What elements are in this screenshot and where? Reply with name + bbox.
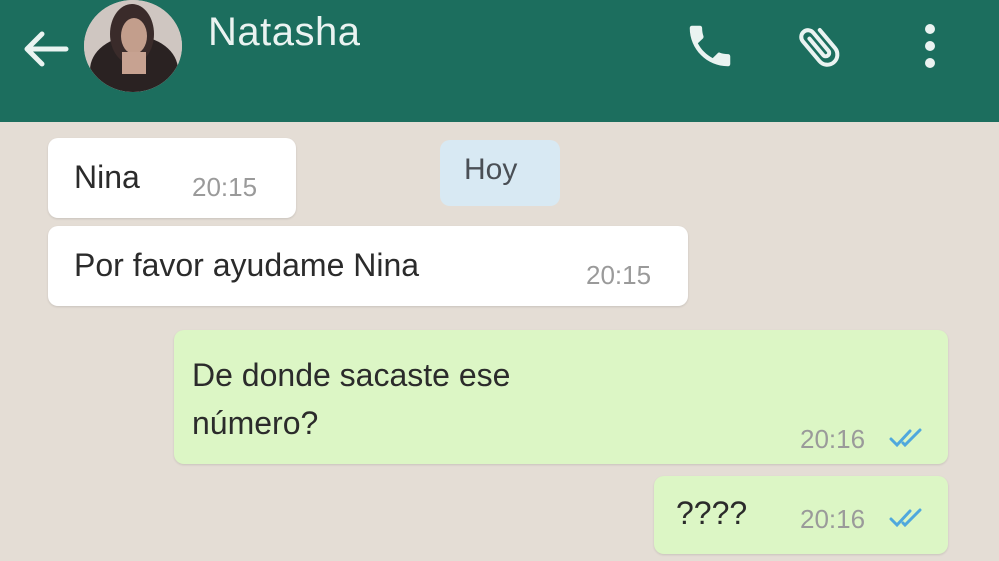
read-receipt-icon [889,508,922,528]
message-bubble-incoming[interactable]: Nina 20:15 [48,138,296,218]
message-list[interactable]: Hoy Nina 20:15 Por favor ayudame Nina 20… [0,122,999,561]
contact-avatar[interactable] [84,0,182,92]
message-text: Nina [74,159,140,195]
message-text-line: número? [192,405,319,441]
message-time: 20:15 [586,260,652,290]
message-time: 20:15 [192,172,258,202]
phone-icon [689,25,731,67]
voice-call-button[interactable] [680,16,740,76]
avatar-photo [84,0,182,92]
date-divider: Hoy [440,140,560,206]
read-receipt-icon [889,428,922,448]
message-bubble-outgoing[interactable]: De donde sacaste ese número? 20:16 [174,330,948,464]
chat-screen: Natasha Hoy Nina 20:15 Por favor ayudame… [0,0,999,561]
more-vert-icon [925,24,935,68]
date-label: Hoy [464,153,518,186]
back-button[interactable] [22,30,70,68]
message-time: 20:16 [800,424,866,454]
overflow-menu-button[interactable] [900,16,960,76]
paperclip-icon [799,27,840,67]
message-bubble-outgoing[interactable]: ???? 20:16 [654,476,948,554]
attach-button[interactable] [790,16,850,76]
chat-header: Natasha [0,0,999,122]
message-text: Por favor ayudame Nina [74,247,420,283]
message-time: 20:16 [800,504,866,534]
message-bubble-incoming[interactable]: Por favor ayudame Nina 20:15 [48,226,688,306]
message-text: ???? [676,495,748,531]
arrow-left-icon [24,31,69,67]
contact-name[interactable]: Natasha [208,10,360,55]
message-text-line: De donde sacaste ese [192,357,511,393]
